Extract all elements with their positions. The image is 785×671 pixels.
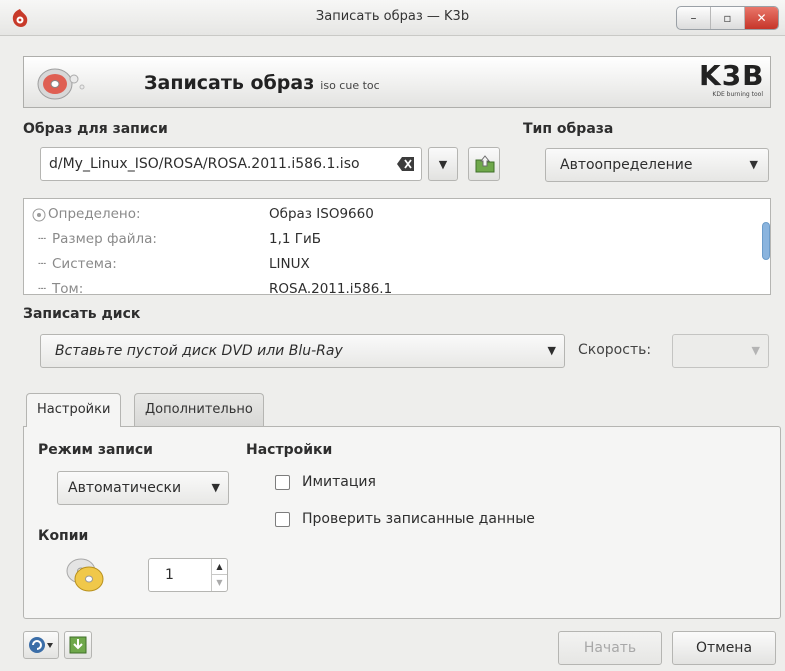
close-button[interactable]: ✕: [745, 7, 778, 29]
tree-value: ROSA.2011.i586.1: [269, 281, 393, 295]
clear-text-icon[interactable]: [397, 157, 415, 171]
tab-settings[interactable]: Настройки: [26, 393, 122, 427]
burn-medium-value: Вставьте пустой диск DVD или Blu-Ray: [55, 343, 343, 359]
image-type-value: Автоопределение: [560, 157, 693, 173]
profile-icon: [29, 637, 53, 653]
write-mode-label: Режим записи: [38, 442, 153, 458]
chevron-down-icon: ▼: [751, 344, 760, 357]
speed-label: Скорость:: [578, 342, 652, 358]
tree-value: 1,1 ГиБ: [269, 231, 322, 247]
cancel-button[interactable]: Отмена: [672, 631, 776, 665]
tab-advanced[interactable]: Дополнительно: [134, 393, 264, 426]
copies-value: 1: [165, 567, 174, 583]
simulate-label: Имитация: [302, 474, 376, 490]
tree-row: ┄ Размер файла: 1,1 ГиБ: [24, 231, 764, 254]
spin-down-button[interactable]: ▼: [212, 575, 227, 591]
chevron-down-icon: ▼: [547, 344, 556, 357]
profile-button[interactable]: [23, 631, 59, 659]
scrollbar-thumb[interactable]: [762, 222, 770, 260]
tree-branch-icon: ┄: [38, 231, 47, 247]
open-file-button[interactable]: [468, 147, 500, 181]
burn-disc-label: Записать диск: [23, 306, 141, 322]
image-type-label: Тип образа: [523, 121, 614, 137]
header-banner: Записать образ iso cue toc K3B KDE burnin…: [23, 56, 771, 108]
banner-subtitle: iso cue toc: [320, 79, 380, 92]
tree-key: Система:: [52, 256, 117, 272]
image-path-input[interactable]: d/My_Linux_ISO/ROSA/ROSA.2011.i586.1.iso: [40, 147, 422, 181]
disc-icon: [37, 68, 85, 100]
start-button[interactable]: Начать: [558, 631, 662, 665]
tree-row: ┄ Том: ROSA.2011.i586.1: [24, 281, 764, 295]
tree-value: LINUX: [269, 256, 310, 272]
tree-key: Размер файла:: [52, 231, 157, 247]
checkbox-box[interactable]: [275, 474, 290, 490]
options-label: Настройки: [246, 442, 333, 458]
speed-select[interactable]: ▼: [672, 334, 769, 368]
image-history-dropdown[interactable]: ▼: [428, 147, 458, 181]
chevron-down-icon: ▼: [211, 481, 220, 494]
image-type-select[interactable]: Автоопределение ▼: [545, 148, 769, 182]
checkbox-box[interactable]: [275, 511, 290, 527]
tree-row: ┄ Система: LINUX: [24, 256, 764, 279]
logo-tagline: KDE burning tool: [712, 91, 763, 98]
tree-branch-icon: ┄: [38, 281, 47, 295]
banner-title: Записать образ iso cue toc: [144, 72, 380, 94]
maximize-button[interactable]: ▫: [711, 7, 745, 29]
burn-medium-select[interactable]: Вставьте пустой диск DVD или Blu-Ray ▼: [40, 334, 565, 368]
tree-branch-icon: ┄: [38, 256, 47, 272]
write-mode-value: Автоматически: [68, 480, 182, 496]
tree-key: Том:: [52, 281, 84, 295]
window-title: Записать образ — K3b: [315, 9, 470, 24]
k3b-logo: K3B KDE burning tool: [699, 59, 765, 105]
minimize-button[interactable]: –: [677, 7, 711, 29]
copies-spinbox[interactable]: 1 ▲ ▼: [148, 558, 228, 592]
save-profile-button[interactable]: [64, 631, 92, 659]
write-mode-select[interactable]: Автоматически ▼: [57, 471, 229, 505]
title-bar: Записать образ — K3b – ▫ ✕: [0, 0, 785, 36]
tree-value: Образ ISO9660: [269, 206, 374, 222]
save-profile-icon: [69, 636, 87, 654]
spin-buttons: ▲ ▼: [211, 559, 227, 591]
image-path-text: d/My_Linux_ISO/ROSA/ROSA.2011.i586.1.iso: [49, 156, 360, 172]
image-section-label: Образ для записи: [23, 121, 168, 137]
logo-text: K3B: [699, 59, 765, 92]
verify-checkbox[interactable]: Проверить записанные данные: [275, 511, 535, 527]
chevron-down-icon: ▼: [749, 158, 758, 171]
tree-row: Определено: Образ ISO9660: [24, 206, 764, 229]
cd-copies-icon: [66, 558, 104, 592]
window-controls: – ▫ ✕: [676, 6, 779, 30]
banner-title-text: Записать образ: [144, 72, 315, 94]
copies-label: Копии: [38, 528, 89, 544]
verify-label: Проверить записанные данные: [302, 511, 535, 527]
image-info-tree[interactable]: Определено: Образ ISO9660 ┄ Размер файла…: [23, 198, 771, 295]
open-folder-icon: [475, 155, 495, 173]
collapse-toggle-icon[interactable]: [32, 208, 46, 222]
spin-up-button[interactable]: ▲: [212, 559, 227, 575]
tree-key: Определено:: [48, 206, 141, 222]
simulate-checkbox[interactable]: Имитация: [275, 474, 376, 490]
